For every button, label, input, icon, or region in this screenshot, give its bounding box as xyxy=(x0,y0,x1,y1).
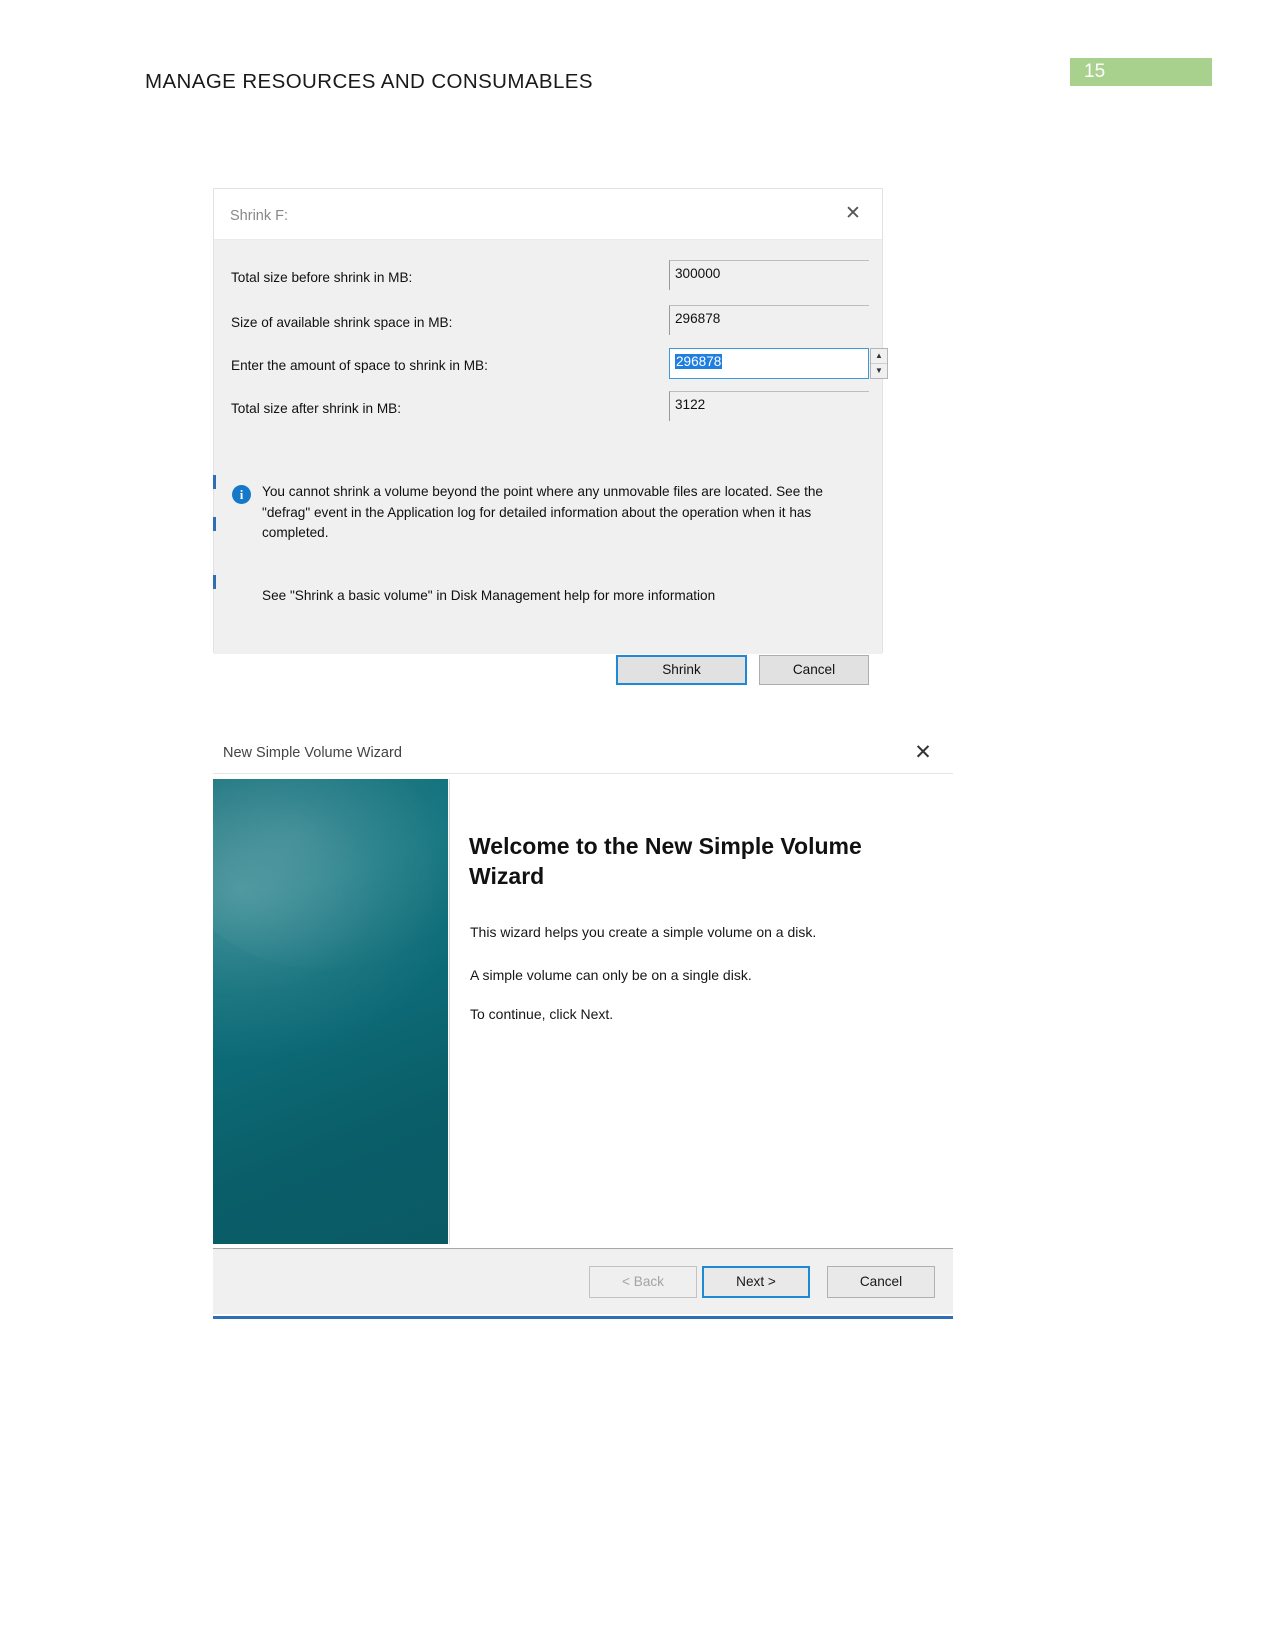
page-title: MANAGE RESOURCES AND CONSUMABLES xyxy=(145,70,593,93)
new-simple-volume-wizard: New Simple Volume Wizard ✕ Welcome to th… xyxy=(173,724,953,1315)
wizard-divider xyxy=(449,779,450,1244)
wizard-back-button[interactable]: < Back xyxy=(589,1266,697,1298)
shrink-cancel-button[interactable]: Cancel xyxy=(759,655,869,685)
spinner-amount-of-space-to-shrink[interactable]: ▲ ▼ xyxy=(870,348,888,379)
margin-marks xyxy=(213,475,216,590)
input-selected-value: 296878 xyxy=(675,354,723,369)
label-amount-of-space-to-shrink: Enter the amount of space to shrink in M… xyxy=(231,358,488,373)
page-number: 15 xyxy=(1084,61,1106,82)
field-total-size-after-shrink: 3122 xyxy=(669,391,869,421)
spinner-down-icon[interactable]: ▼ xyxy=(871,364,887,378)
page-number-badge: 15 xyxy=(1070,58,1212,86)
shrink-dialog-title: Shrink F: xyxy=(230,208,289,224)
wizard-footer: < Back Next > Cancel xyxy=(213,1248,953,1314)
spinner-up-icon[interactable]: ▲ xyxy=(871,349,887,364)
wizard-paragraph-1: This wizard helps you create a simple vo… xyxy=(470,924,817,940)
wizard-cancel-button[interactable]: Cancel xyxy=(827,1266,935,1298)
input-amount-of-space-to-shrink[interactable]: 296878 xyxy=(669,348,869,379)
wizard-next-button[interactable]: Next > xyxy=(702,1266,810,1298)
info-icon: i xyxy=(232,485,251,504)
shrink-dialog-body: Total size before shrink in MB: 300000 S… xyxy=(213,240,888,685)
wizard-paragraph-3: To continue, click Next. xyxy=(470,1006,614,1022)
field-total-size-before-shrink: 300000 xyxy=(669,260,869,290)
wizard-content: Welcome to the New Simple Volume Wizard … xyxy=(173,724,953,1249)
label-available-shrink-space: Size of available shrink space in MB: xyxy=(231,315,453,330)
shrink-dialog-titlebar: Shrink F: ✕ xyxy=(214,189,882,240)
wizard-heading: Welcome to the New Simple Volume Wizard xyxy=(469,833,862,889)
shrink-button[interactable]: Shrink xyxy=(616,655,747,685)
close-icon[interactable]: ✕ xyxy=(840,201,866,227)
shrink-info-text: You cannot shrink a volume beyond the po… xyxy=(262,484,823,540)
label-total-size-before-shrink: Total size before shrink in MB: xyxy=(231,270,413,285)
wizard-banner-image xyxy=(173,724,473,1244)
close-icon[interactable]: ✕ xyxy=(909,739,937,767)
wizard-bottom-rule xyxy=(213,1316,953,1319)
wizard-paragraph-2: A simple volume can only be on a single … xyxy=(470,967,752,983)
field-available-shrink-space: 296878 xyxy=(669,305,869,335)
shrink-help-text: See "Shrink a basic volume" in Disk Mana… xyxy=(262,588,716,603)
label-total-size-after-shrink: Total size after shrink in MB: xyxy=(231,401,401,416)
shrink-volume-dialog: Shrink F: ✕ Total size before shrink in … xyxy=(213,188,888,685)
